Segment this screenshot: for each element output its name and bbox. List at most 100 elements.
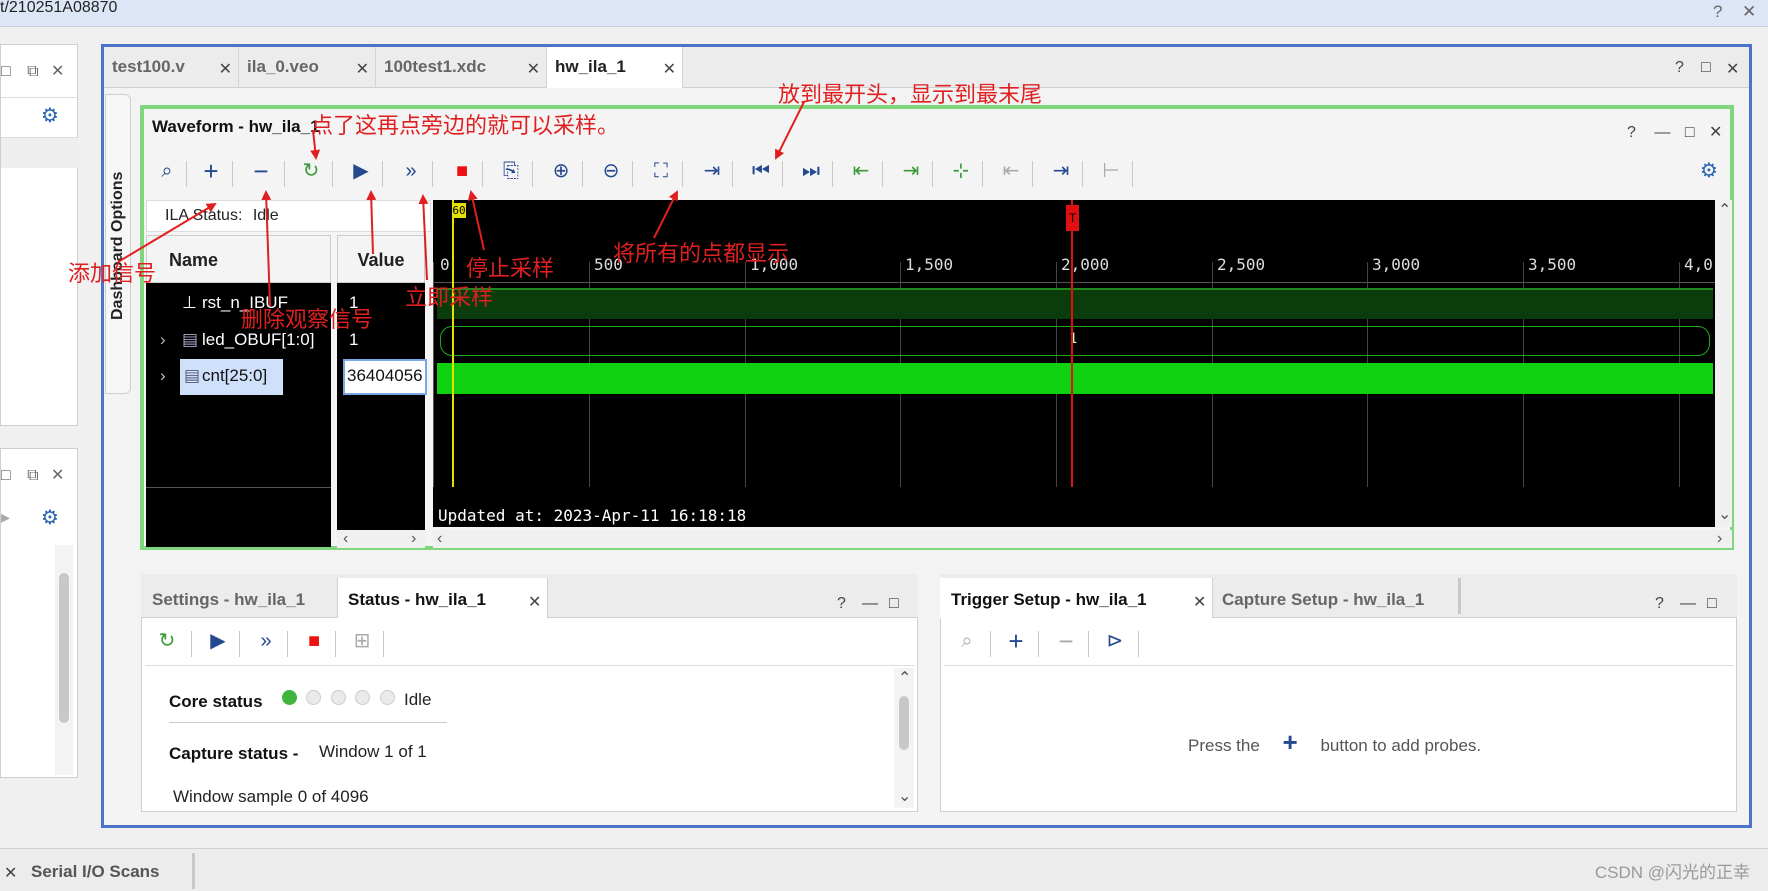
tick-label: 2,000 [1061, 255, 1110, 274]
tab-capture-setup[interactable]: Capture Setup - hw_ila_1 [1222, 590, 1424, 610]
name-header[interactable]: Name [146, 235, 331, 283]
run-trigger-button[interactable]: ▶ [203, 626, 233, 656]
remove-signal-button[interactable]: − [246, 156, 276, 186]
previous-marker-icon[interactable]: ⇤ [996, 156, 1026, 186]
next-transition-icon[interactable]: ⇥ [896, 156, 926, 186]
window-title-bar: t/210251A08870 ? ✕ [0, 0, 1768, 27]
search-icon[interactable]: ⌕ [952, 626, 982, 656]
next-marker-icon[interactable]: ⇥ [1046, 156, 1076, 186]
core-status-indicators [282, 690, 395, 710]
tab-test100[interactable]: test100.v ✕ [104, 47, 239, 88]
auto-retrigger-icon[interactable]: ↻ [152, 626, 182, 656]
go-to-start-icon[interactable]: ⏮ [746, 156, 776, 186]
bus-icon: ▤ [182, 330, 199, 349]
gear-icon[interactable]: ⚙ [1694, 156, 1724, 186]
expand-chevron-icon[interactable]: › [160, 330, 166, 350]
run-immediate-button[interactable]: » [396, 156, 426, 186]
cursor-marker-label[interactable]: 60 [452, 203, 466, 218]
status-toolbar: ↻ ▶ » ■ ⊞ [145, 626, 475, 662]
gear-icon[interactable]: ⚙ [41, 505, 59, 530]
help-icon[interactable]: ? [1713, 2, 1722, 22]
run-immediate-button[interactable]: » [251, 626, 281, 656]
float-icon[interactable]: ⧉ [27, 63, 38, 80]
minimize-icon[interactable]: — [862, 595, 878, 613]
rst-waveform-trace[interactable] [437, 288, 1713, 319]
maximize-icon[interactable]: □ [889, 595, 899, 613]
watermark: CSDN @闪光的正幸 [1594, 863, 1750, 882]
maximize-icon[interactable]: □ [1707, 595, 1717, 613]
remove-probe-button[interactable]: − [1051, 626, 1081, 656]
close-icon[interactable]: ✕ [663, 59, 676, 79]
status-vertical-scrollbar[interactable]: ⌃ ⌄ [894, 668, 914, 808]
cnt-bus-trace[interactable] [437, 363, 1713, 394]
export-icon[interactable]: ⎘ [496, 156, 526, 186]
tab-serial-io-scans[interactable]: Serial I/O Scans [31, 862, 160, 882]
capture-mode-icon[interactable]: ⊞ [347, 626, 377, 656]
tab-trigger-setup[interactable]: Trigger Setup - hw_ila_1 [951, 590, 1147, 610]
tick-label: 3,500 [1528, 255, 1577, 274]
tab-ila-veo[interactable]: ila_0.veo ✕ [239, 47, 376, 88]
add-signal-button[interactable]: + [196, 156, 226, 186]
zoom-fit-icon[interactable]: ⛶ [646, 156, 676, 186]
core-status-label: Core status [169, 692, 263, 711]
float-icon[interactable]: ⧉ [27, 467, 38, 484]
close-icon[interactable]: ✕ [527, 59, 540, 79]
minimize-icon[interactable]: □ [1, 467, 11, 484]
expand-chevron-icon[interactable]: › [160, 366, 166, 386]
add-probe-inline-icon[interactable]: + [1283, 727, 1298, 757]
stop-trigger-button[interactable]: ■ [299, 626, 329, 656]
stop-trigger-button[interactable]: ■ [447, 156, 477, 186]
minimize-icon[interactable]: □ [1, 63, 11, 80]
trigger-marker-label[interactable]: T [1066, 205, 1079, 231]
maximize-icon[interactable]: □ [1701, 59, 1711, 77]
help-icon[interactable]: ? [1627, 124, 1636, 141]
close-icon[interactable]: ✕ [4, 863, 17, 883]
zoom-out-icon[interactable]: ⊖ [596, 156, 626, 186]
close-icon[interactable]: ✕ [356, 59, 369, 79]
close-icon[interactable]: ✕ [51, 467, 64, 484]
close-icon[interactable]: ✕ [1193, 592, 1206, 612]
close-icon[interactable]: ✕ [1742, 2, 1756, 22]
add-probe-button[interactable]: + [1001, 626, 1031, 656]
maximize-icon[interactable]: □ [1685, 124, 1695, 141]
close-icon[interactable]: ✕ [1709, 124, 1722, 141]
waveform-vertical-scrollbar[interactable]: ⌃ ⌄ [1715, 200, 1732, 527]
dashboard-options-tab[interactable]: Dashboard Options [105, 94, 131, 394]
auto-retrigger-icon[interactable]: ↻ [296, 156, 326, 186]
value-header[interactable]: Value [337, 235, 425, 283]
waveform-window-controls: ? — □ ✕ [1627, 122, 1722, 142]
add-marker-icon[interactable]: ⊹ [946, 156, 976, 186]
waveform-horizontal-scrollbar[interactable]: ‹ › [433, 530, 1732, 548]
help-icon[interactable]: ? [1675, 59, 1684, 77]
run-trigger-button[interactable]: ▶ [346, 156, 376, 186]
signal-name-cnt[interactable]: cnt[25:0] [202, 366, 267, 386]
tab-hw-ila[interactable]: hw_ila_1 ✕ [547, 47, 683, 88]
vertical-scrollbar[interactable] [55, 545, 73, 775]
previous-transition-icon[interactable]: ⇤ [846, 156, 876, 186]
close-icon[interactable]: ✕ [219, 59, 232, 79]
annotation-show-all: 将所有的点都显示 [613, 241, 790, 266]
close-icon[interactable]: ✕ [51, 63, 64, 80]
go-to-end-icon[interactable]: ⏭ [796, 156, 826, 186]
close-icon[interactable]: ✕ [1726, 59, 1739, 79]
cursor-marker-line[interactable] [452, 200, 454, 487]
value-scrollbar[interactable]: ‹ › [337, 530, 425, 548]
trigger-condition-icon[interactable]: ⊳ [1100, 626, 1130, 656]
zoom-in-icon[interactable]: ⊕ [546, 156, 576, 186]
ila-status-label: ILA Status: [165, 207, 243, 224]
minimize-icon[interactable]: — [1680, 595, 1696, 613]
swap-cursor-icon[interactable]: ⊢ [1096, 156, 1126, 186]
goto-cursor-icon[interactable]: ⇥ [697, 156, 727, 186]
help-icon[interactable]: ? [837, 595, 846, 613]
trigger-marker-line[interactable] [1071, 200, 1073, 487]
tab-settings[interactable]: Settings - hw_ila_1 [152, 590, 305, 610]
search-icon[interactable]: ⌕ [152, 156, 182, 186]
tick-label: 4,0 [1684, 255, 1713, 274]
help-icon[interactable]: ? [1655, 595, 1664, 613]
close-icon[interactable]: ✕ [528, 592, 541, 612]
tab-status[interactable]: Status - hw_ila_1 [348, 590, 486, 610]
tab-xdc[interactable]: 100test1.xdc ✕ [376, 47, 547, 88]
minimize-icon[interactable]: — [1654, 124, 1670, 141]
forward-icon[interactable]: ▸ [1, 507, 10, 528]
gear-icon[interactable]: ⚙ [41, 103, 59, 128]
